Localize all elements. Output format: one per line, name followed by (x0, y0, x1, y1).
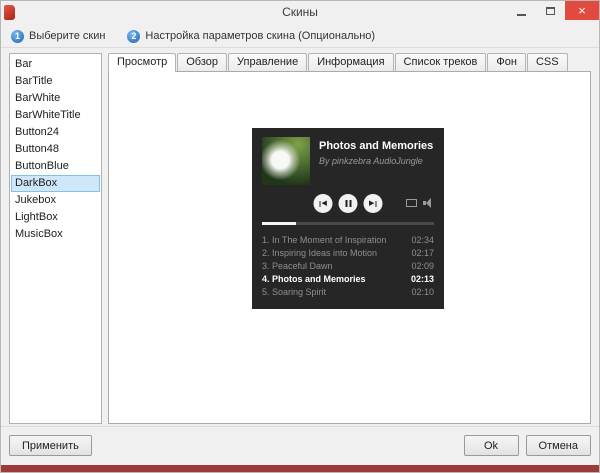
secondary-controls (406, 198, 434, 208)
track-label: 4. Photos and Memories (262, 273, 366, 286)
window-controls: × (507, 1, 599, 20)
bottom-red-strip (1, 465, 599, 472)
track-time: 02:10 (411, 286, 434, 299)
skin-item-button24[interactable]: Button24 (11, 124, 100, 141)
skin-item-musicbox[interactable]: MusicBox (11, 226, 100, 243)
footer-bar: Применить Ok Отмена (1, 426, 599, 465)
tab-preview[interactable]: Просмотр (108, 53, 176, 72)
next-icon: ▶ (369, 200, 377, 207)
minimize-button[interactable] (507, 1, 536, 20)
skins-window: Скины × 1 Выберите скин 2 Настройка пара… (0, 0, 600, 473)
album-art (262, 137, 310, 185)
track-row[interactable]: 2. Inspiring Ideas into Motion 02:17 (262, 247, 434, 260)
tab-information[interactable]: Информация (308, 53, 393, 71)
skin-item-button48[interactable]: Button48 (11, 141, 100, 158)
track-list: 1. In The Moment of Inspiration 02:34 2.… (262, 234, 434, 299)
titlebar: Скины × (1, 1, 599, 25)
track-label: 2. Inspiring Ideas into Motion (262, 247, 377, 260)
skin-item-barwhite[interactable]: BarWhite (11, 90, 100, 107)
tab-overview[interactable]: Обзор (177, 53, 227, 71)
progress-fill (262, 222, 296, 225)
player-track-author: By pinkzebra AudioJungle (319, 156, 433, 166)
skin-item-bartitle[interactable]: BarTitle (11, 73, 100, 90)
steps-toolbar: 1 Выберите скин 2 Настройка параметров с… (1, 25, 599, 48)
track-time: 02:13 (411, 273, 434, 286)
previous-icon: ◀ (319, 200, 327, 207)
player-track-title: Photos and Memories (319, 140, 433, 152)
track-label: 1. In The Moment of Inspiration (262, 234, 386, 247)
maximize-icon (546, 7, 555, 15)
next-button[interactable]: ▶ (364, 194, 383, 213)
pause-button[interactable] (339, 194, 358, 213)
tab-css[interactable]: CSS (527, 53, 568, 71)
tab-track-list[interactable]: Список треков (395, 53, 487, 71)
track-label: 3. Peaceful Dawn (262, 260, 333, 273)
previous-button[interactable]: ◀ (314, 194, 333, 213)
apply-button[interactable]: Применить (9, 435, 92, 456)
track-row[interactable]: 1. In The Moment of Inspiration 02:34 (262, 234, 434, 247)
transport-buttons: ◀ ▶ (314, 194, 383, 213)
player-controls: ◀ ▶ (262, 194, 434, 214)
skin-item-barwhitetitle[interactable]: BarWhiteTitle (11, 107, 100, 124)
preview-area: Photos and Memories By pinkzebra AudioJu… (108, 71, 591, 424)
volume-icon[interactable] (423, 198, 434, 208)
skin-item-jukebox[interactable]: Jukebox (11, 192, 100, 209)
skin-settings-panel: Просмотр Обзор Управление Информация Спи… (108, 53, 591, 424)
skin-item-buttonblue[interactable]: ButtonBlue (11, 158, 100, 175)
step-2-skin-settings: 2 Настройка параметров скина (Опциональн… (127, 30, 375, 43)
track-row-active[interactable]: 4. Photos and Memories 02:13 (262, 273, 434, 286)
audio-player-widget: Photos and Memories By pinkzebra AudioJu… (252, 128, 444, 309)
track-time: 02:34 (411, 234, 434, 247)
track-row[interactable]: 5. Soaring Spirit 02:10 (262, 286, 434, 299)
track-time: 02:09 (411, 260, 434, 273)
footer-right-buttons: Ok Отмена (464, 435, 591, 456)
skin-item-lightbox[interactable]: LightBox (11, 209, 100, 226)
player-header: Photos and Memories By pinkzebra AudioJu… (262, 137, 434, 185)
step-1-icon: 1 (11, 30, 24, 43)
fullscreen-icon[interactable] (406, 199, 417, 207)
tab-background[interactable]: Фон (487, 53, 526, 71)
step-2-icon: 2 (127, 30, 140, 43)
track-row[interactable]: 3. Peaceful Dawn 02:09 (262, 260, 434, 273)
skin-list: Bar BarTitle BarWhite BarWhiteTitle Butt… (9, 53, 102, 424)
skin-item-bar[interactable]: Bar (11, 56, 100, 73)
step-1-label: Выберите скин (29, 30, 105, 42)
minimize-icon (517, 14, 526, 16)
tab-controls[interactable]: Управление (228, 53, 307, 71)
progress-bar[interactable] (262, 222, 434, 225)
skin-item-darkbox[interactable]: DarkBox (11, 175, 100, 192)
cancel-button[interactable]: Отмена (526, 435, 591, 456)
maximize-button[interactable] (536, 1, 565, 20)
tab-bar: Просмотр Обзор Управление Информация Спи… (108, 53, 591, 71)
pause-icon (345, 200, 351, 207)
player-meta: Photos and Memories By pinkzebra AudioJu… (319, 137, 433, 185)
close-button[interactable]: × (565, 1, 599, 20)
track-label: 5. Soaring Spirit (262, 286, 326, 299)
step-1-choose-skin: 1 Выберите скин (11, 30, 105, 43)
ok-button[interactable]: Ok (464, 435, 519, 456)
track-time: 02:17 (411, 247, 434, 260)
step-2-label: Настройка параметров скина (Опционально) (145, 30, 375, 42)
